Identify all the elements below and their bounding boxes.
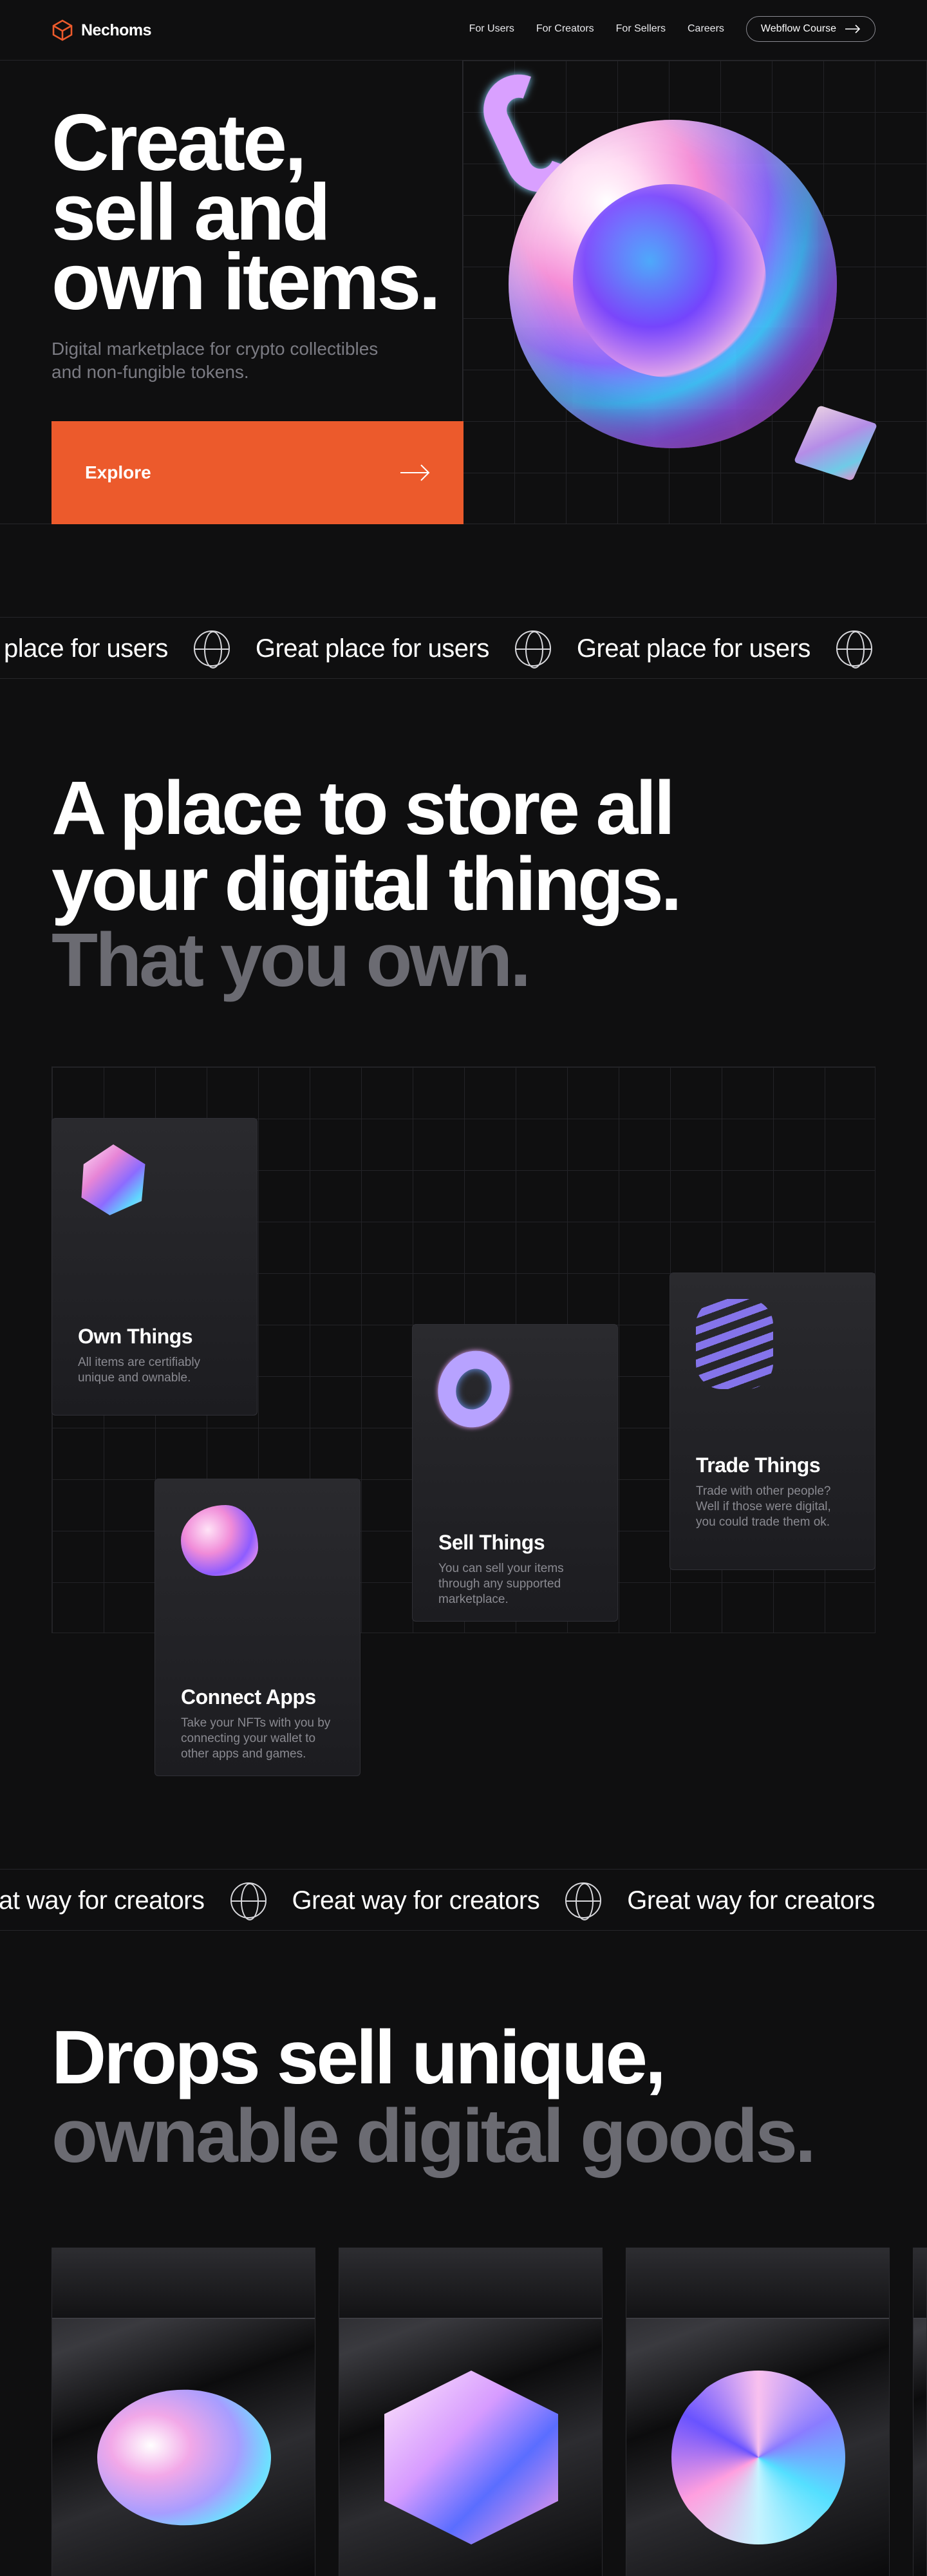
marquee-text: Great place for users [255, 634, 490, 663]
webflow-course-label: Webflow Course [760, 23, 836, 34]
marquee-users: place for users Great place for users Gr… [0, 617, 927, 679]
feature-description: Trade with other people? Well if those w… [696, 1484, 831, 1529]
donut-icon [427, 1340, 521, 1438]
feature-card-connect[interactable]: Connect Apps Take your NFTs with you by … [154, 1479, 360, 1776]
title-line-muted: That you own. [52, 918, 531, 1003]
feature-card-trade[interactable]: Trade Things Trade with other people? We… [670, 1273, 876, 1570]
marquee-text: at way for creators [0, 1886, 205, 1915]
feature-description: You can sell your items through any supp… [438, 1562, 564, 1606]
feature-title: Connect Apps [181, 1685, 316, 1709]
packaging-seal [913, 2248, 926, 2319]
feature-title: Sell Things [438, 1531, 545, 1554]
marquee-track: place for users Great place for users Gr… [4, 618, 872, 679]
feature-card-sell[interactable]: Sell Things You can sell your items thro… [412, 1324, 618, 1622]
feature-description: Take your NFTs with you by connecting yo… [181, 1716, 331, 1761]
nav-link-for-sellers[interactable]: For Sellers [616, 23, 666, 35]
cube-logo-icon [52, 19, 73, 41]
title-line: your digital things. [52, 842, 682, 927]
arrow-right-icon [400, 464, 430, 481]
hero-title: Create, sell and own items. [52, 99, 441, 327]
drop-card-disc[interactable] [52, 2248, 315, 2576]
top-nav: Nechoms For Users For Creators For Selle… [0, 0, 927, 61]
nav-link-careers[interactable]: Careers [688, 23, 724, 35]
gem-icon [78, 1144, 155, 1222]
spring-icon [696, 1299, 773, 1389]
marquee-creators: at way for creators Great way for creato… [0, 1869, 927, 1931]
page: Nechoms For Users For Creators For Selle… [0, 0, 927, 2576]
polyhedron-3d-illustration [671, 2371, 845, 2544]
packaging-seal [339, 2248, 602, 2319]
brand-logo[interactable]: Nechoms [52, 19, 152, 41]
explore-label: Explore [85, 462, 151, 482]
marquee-track: at way for creators Great way for creato… [0, 1870, 875, 1931]
blob-icon [181, 1505, 258, 1582]
packaging-seal [626, 2248, 889, 2319]
marquee-text: Great place for users [576, 634, 811, 663]
nav-links: For Users For Creators For Sellers Caree… [469, 16, 876, 42]
drop-card-partial[interactable] [913, 2248, 927, 2576]
hero-subtitle: Digital marketplace for crypto collectib… [52, 339, 379, 382]
nav-link-for-creators[interactable]: For Creators [536, 23, 594, 35]
packaging-seal [52, 2248, 315, 2319]
section-title-store: A place to store all your digital things… [52, 770, 824, 998]
feature-card-own[interactable]: Own Things All items are certifiably uni… [52, 1118, 258, 1416]
drop-card-polyhedron[interactable] [626, 2248, 890, 2576]
brand-name: Nechoms [81, 21, 152, 39]
explore-button[interactable]: Explore [52, 421, 464, 524]
globe-icon [514, 630, 551, 668]
title-line: Drops sell unique, [52, 2015, 666, 2100]
marquee-text: Great way for creators [627, 1886, 875, 1915]
sphere-inner-glow [573, 184, 766, 377]
marquee-text: Great way for creators [292, 1886, 540, 1915]
webflow-course-button[interactable]: Webflow Course [745, 16, 876, 42]
globe-icon [836, 630, 872, 668]
globe-icon [193, 630, 230, 668]
feature-title: Trade Things [696, 1454, 821, 1477]
disc-3d-illustration [72, 2371, 296, 2544]
arrow-right-icon [845, 24, 861, 33]
section-title-drops: Drops sell unique, ownable digital goods… [52, 2018, 888, 2175]
title-line-muted: ownable digital goods. [52, 2094, 816, 2179]
feature-description: All items are certifiably unique and own… [78, 1356, 201, 1385]
drop-card-cube[interactable] [339, 2248, 603, 2576]
globe-icon [565, 1882, 602, 1920]
nav-link-for-users[interactable]: For Users [469, 23, 514, 35]
feature-title: Own Things [78, 1325, 193, 1348]
marquee-text: place for users [4, 634, 168, 663]
cube-3d-illustration [384, 2371, 558, 2544]
title-line: A place to store all [52, 766, 675, 851]
sphere-3d-illustration [509, 120, 837, 448]
globe-icon [230, 1882, 267, 1920]
